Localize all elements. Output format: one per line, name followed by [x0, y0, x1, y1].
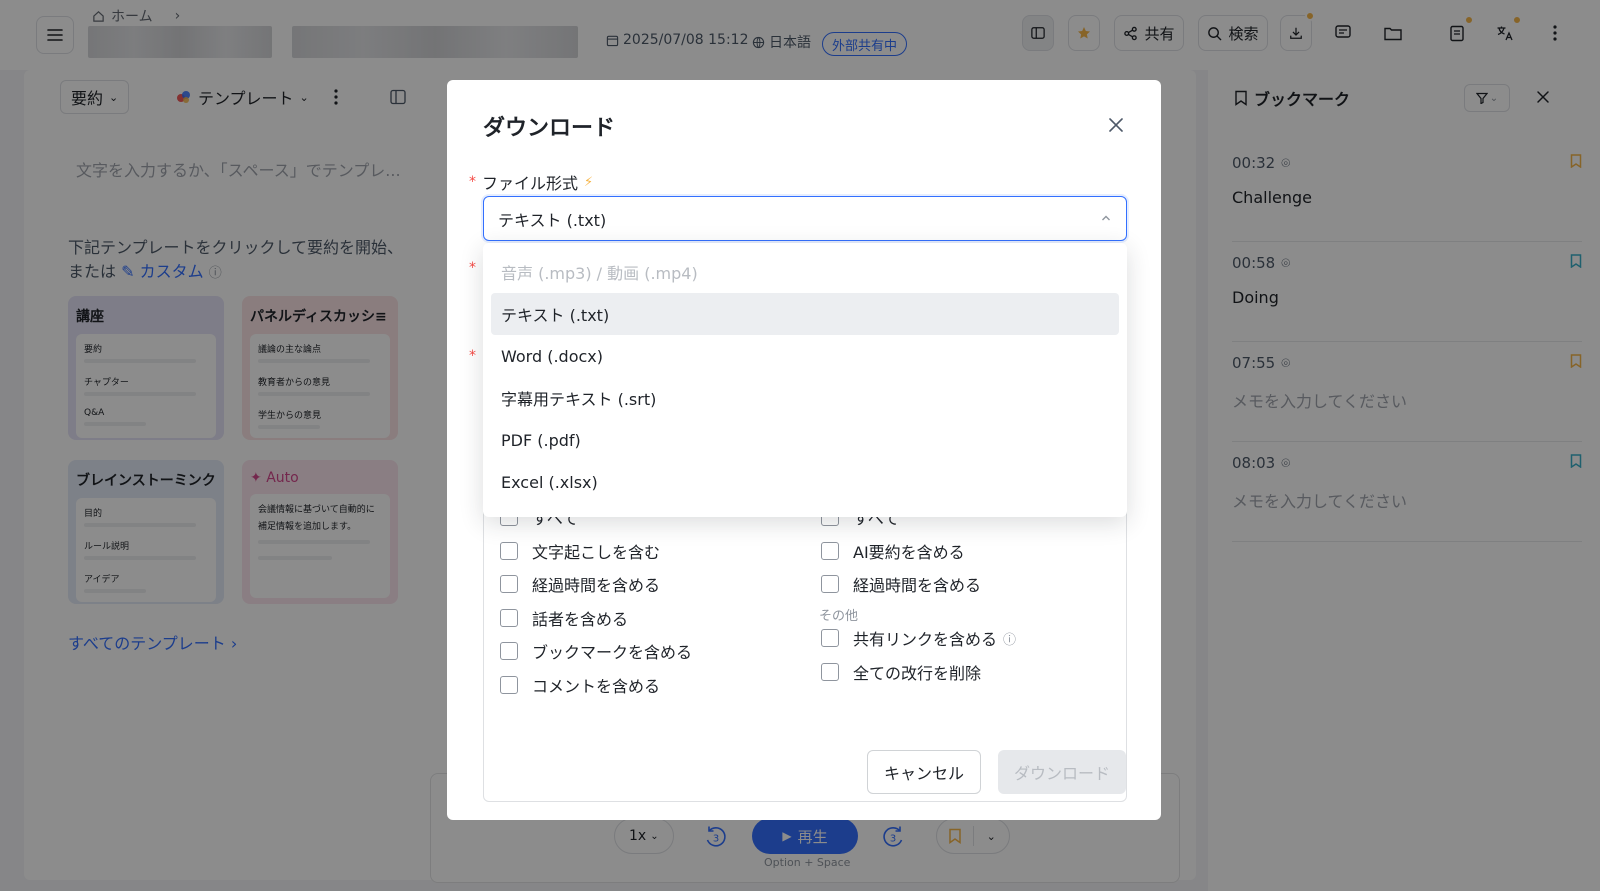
option-include-elapsed-time[interactable]: 経過時間を含める	[500, 573, 660, 595]
checkbox[interactable]	[500, 575, 518, 593]
checkbox[interactable]	[821, 542, 839, 560]
checkbox[interactable]	[821, 629, 839, 647]
format-option-pdf[interactable]: PDF (.pdf)	[491, 419, 1119, 461]
lightning-icon: ⚡	[584, 174, 594, 190]
option-include-share-link[interactable]: 共有リンクを含める ⓘ	[821, 627, 1016, 649]
info-icon: ⓘ	[1003, 632, 1017, 648]
dialog-close-button[interactable]	[1101, 110, 1131, 140]
chevron-up-icon	[1102, 215, 1110, 221]
checkbox[interactable]	[500, 609, 518, 627]
file-format-select[interactable]: テキスト (.txt)	[483, 196, 1127, 241]
option-include-elapsed-time-summary[interactable]: 経過時間を含める	[821, 573, 981, 595]
option-include-speaker[interactable]: 話者を含める	[500, 607, 628, 629]
checkbox[interactable]	[821, 575, 839, 593]
required-mark: *	[469, 348, 476, 364]
close-icon	[1109, 118, 1123, 132]
option-remove-line-breaks[interactable]: 全ての改行を削除	[821, 661, 981, 683]
format-option-xlsx[interactable]: Excel (.xlsx)	[491, 461, 1119, 503]
checkbox[interactable]	[821, 663, 839, 681]
checkbox[interactable]	[500, 642, 518, 660]
required-mark: *	[469, 260, 476, 276]
format-option-txt[interactable]: テキスト (.txt)	[491, 293, 1119, 335]
format-option-docx[interactable]: Word (.docx)	[491, 335, 1119, 377]
file-format-label: * ファイル形式 ⚡	[469, 174, 594, 193]
format-option-srt[interactable]: 字幕用テキスト (.srt)	[491, 377, 1119, 419]
required-mark: *	[469, 174, 476, 190]
download-submit-button[interactable]: ダウンロード	[998, 750, 1126, 794]
checkbox[interactable]	[500, 676, 518, 694]
format-option-audio-video: 音声 (.mp3) / 動画 (.mp4)	[501, 264, 698, 283]
cancel-button[interactable]: キャンセル	[867, 750, 981, 794]
option-include-ai-summary[interactable]: AI要約を含める	[821, 540, 965, 562]
file-format-dropdown: 音声 (.mp3) / 動画 (.mp4) テキスト (.txt) Word (…	[483, 243, 1127, 517]
option-include-bookmarks[interactable]: ブックマークを含める	[500, 640, 692, 662]
dialog-title: ダウンロード	[483, 116, 616, 141]
option-include-transcript[interactable]: 文字起こしを含む	[500, 540, 660, 562]
checkbox[interactable]	[500, 542, 518, 560]
other-group-label: その他	[819, 609, 859, 624]
option-include-comments[interactable]: コメントを含める	[500, 674, 660, 696]
